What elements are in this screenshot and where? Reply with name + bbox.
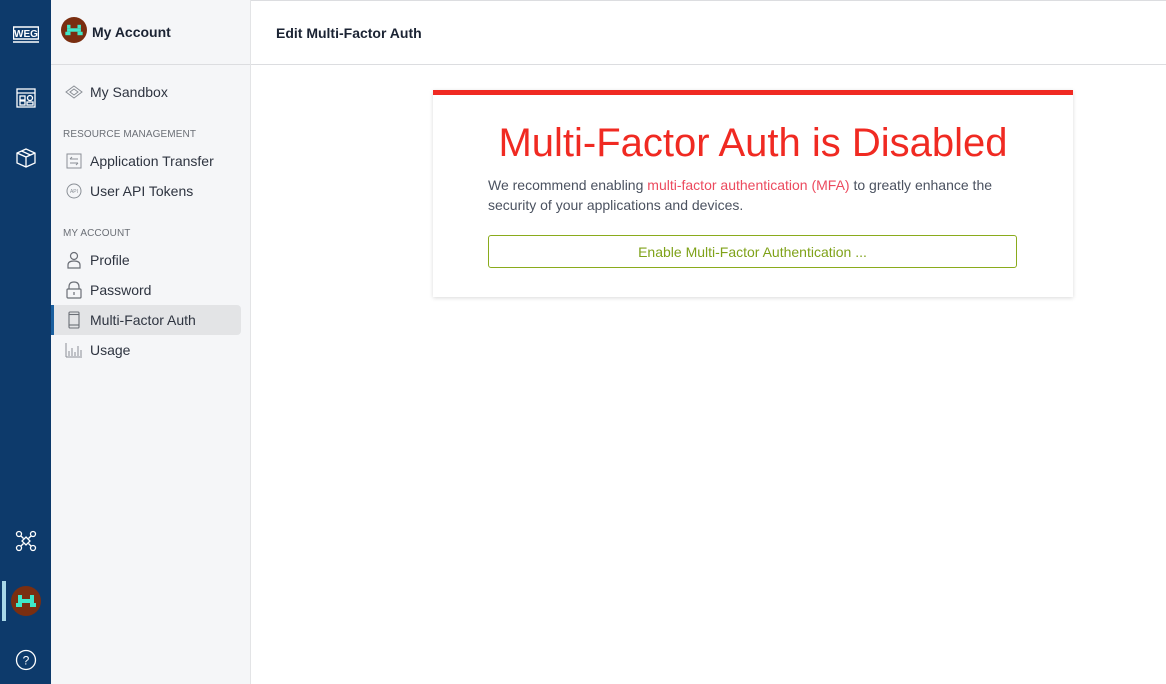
sidebar-header: My Account [51, 0, 250, 65]
sidebar-item-usage[interactable]: Usage [51, 335, 241, 365]
sidebar-item-my-sandbox[interactable]: My Sandbox [51, 77, 241, 107]
help-icon[interactable]: ? [0, 640, 51, 680]
sidebar-title: My Account [92, 24, 171, 40]
sidebar-item-password[interactable]: Password [51, 275, 241, 305]
mfa-description: We recommend enabling multi-factor authe… [488, 175, 1018, 215]
transfer-icon [65, 152, 83, 170]
sidebar-item-label: My Sandbox [90, 84, 168, 100]
package-icon[interactable] [0, 138, 51, 178]
app-rail: WEG ? [0, 0, 51, 684]
mfa-status-card: Multi-Factor Auth is Disabled We recomme… [433, 90, 1073, 297]
sidebar-item-label: Application Transfer [90, 153, 214, 169]
sidebar-item-user-api-tokens[interactable]: API User API Tokens [51, 176, 241, 206]
svg-text:API: API [70, 189, 78, 195]
weg-logo[interactable]: WEG [0, 15, 51, 55]
lock-icon [65, 281, 83, 299]
user-avatar[interactable] [0, 581, 51, 621]
svg-text:?: ? [22, 654, 29, 668]
network-icon[interactable] [0, 521, 51, 561]
enable-mfa-button[interactable]: Enable Multi-Factor Authentication ... [488, 235, 1017, 268]
account-sidebar: My Account My Sandbox RESOURCE MANAGEMEN… [51, 0, 251, 684]
sidebar-item-multi-factor-auth[interactable]: Multi-Factor Auth [51, 305, 241, 335]
account-avatar [61, 16, 87, 48]
page-title: Edit Multi-Factor Auth [276, 24, 422, 41]
description-text-before: We recommend enabling [488, 177, 648, 193]
mfa-info-link[interactable]: multi-factor authentication (MFA) [647, 177, 849, 193]
sidebar-item-label: Multi-Factor Auth [90, 312, 196, 328]
sidebar-item-label: User API Tokens [90, 183, 194, 199]
sidebar-item-label: Password [90, 282, 152, 298]
sidebar-item-profile[interactable]: Profile [51, 245, 241, 275]
page-header: Edit Multi-Factor Auth [251, 0, 1166, 65]
svg-text:WEG: WEG [14, 29, 38, 40]
dashboard-icon[interactable] [0, 78, 51, 118]
mfa-status-heading: Multi-Factor Auth is Disabled [498, 121, 1008, 165]
sidebar-item-label: Usage [90, 342, 131, 358]
section-label-resource-management: RESOURCE MANAGEMENT [63, 129, 197, 140]
chart-icon [65, 341, 83, 359]
section-label-my-account: MY ACCOUNT [63, 228, 131, 239]
person-icon [65, 251, 83, 269]
sidebar-item-label: Profile [90, 252, 130, 268]
phone-icon [65, 311, 83, 329]
sandbox-icon [65, 83, 83, 101]
api-icon: API [65, 182, 83, 200]
sidebar-item-application-transfer[interactable]: Application Transfer [51, 146, 241, 176]
